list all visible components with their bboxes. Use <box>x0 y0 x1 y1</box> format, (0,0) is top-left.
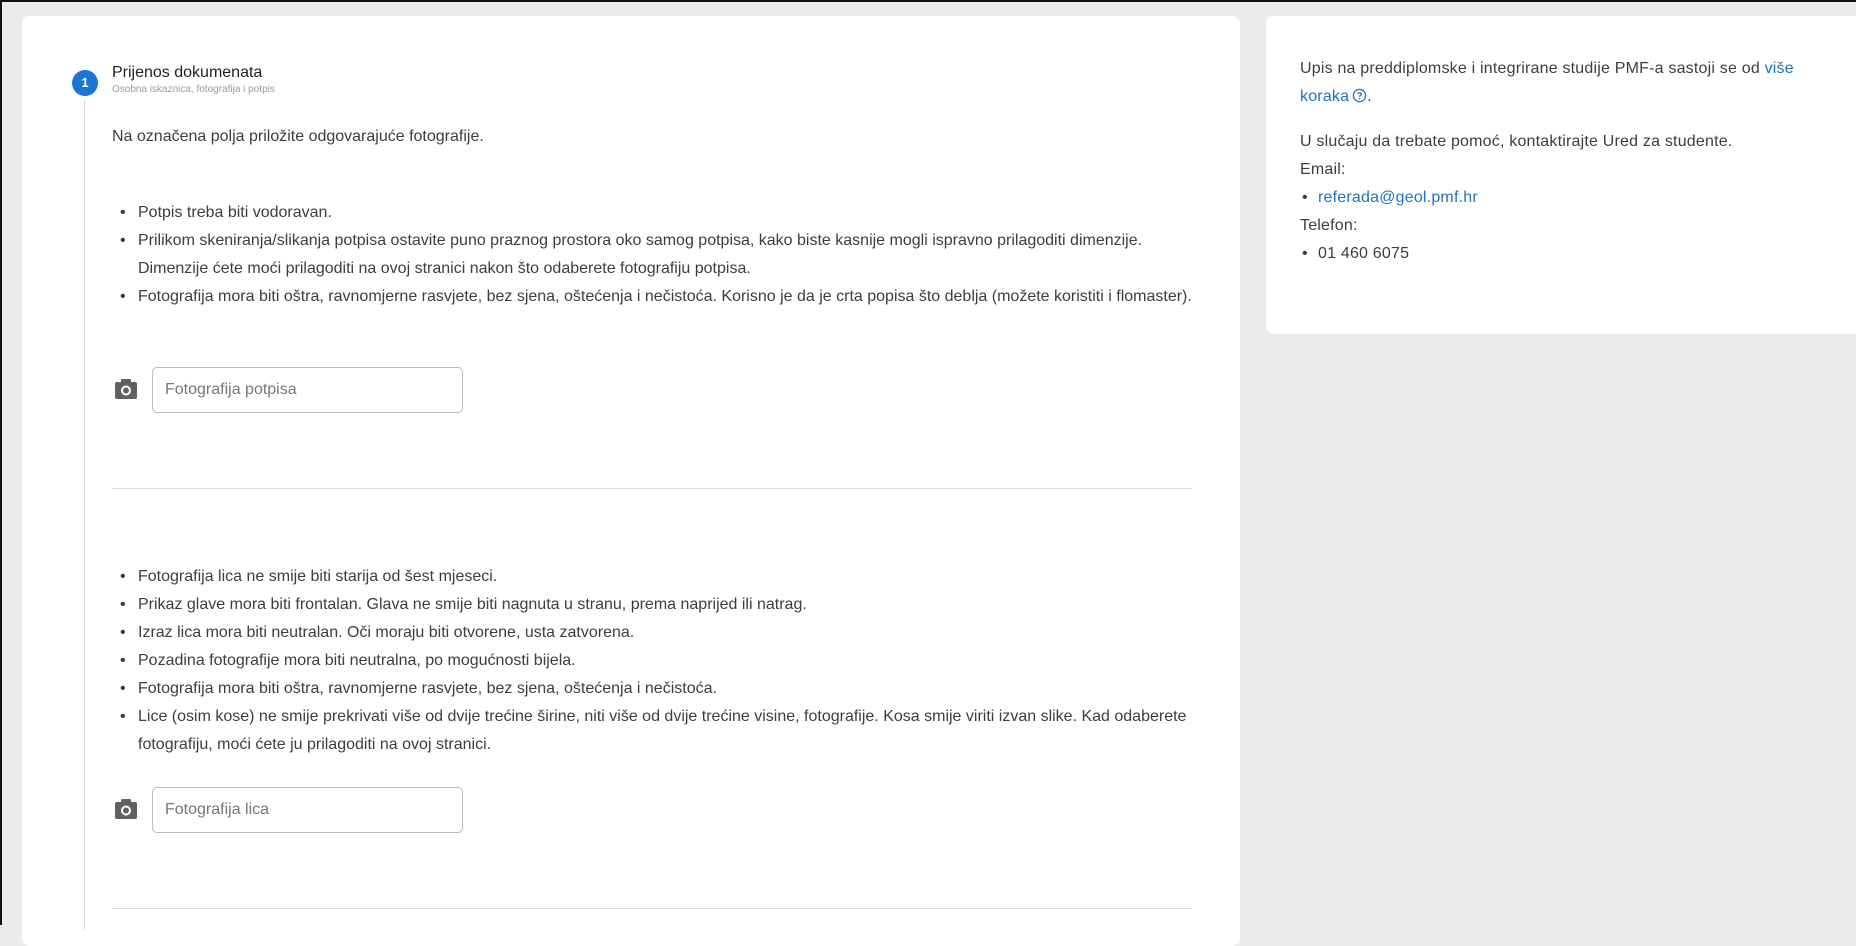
enrollment-info: Upis na preddiplomske i integrirane stud… <box>1300 55 1840 111</box>
section-divider <box>112 908 1192 909</box>
camera-icon[interactable] <box>114 798 138 820</box>
phone-list: 01 460 6075 <box>1300 240 1840 268</box>
section-divider <box>112 488 1192 489</box>
signature-photo-input[interactable] <box>152 367 463 413</box>
face-photo-rule: Pozadina fotografije mora biti neutralna… <box>112 647 1202 675</box>
help-circle-icon[interactable] <box>1352 88 1367 103</box>
phone-item: 01 460 6075 <box>1300 240 1840 268</box>
help-text: U slučaju da trebate pomoć, kontaktirajt… <box>1300 133 1733 150</box>
face-photo-input[interactable] <box>152 787 463 833</box>
email-label: Email: <box>1300 161 1346 178</box>
contact-info: U slučaju da trebate pomoć, kontaktirajt… <box>1300 128 1840 268</box>
signature-rule: Potpis treba biti vodoravan. <box>112 199 1202 227</box>
face-photo-rule: Lice (osim kose) ne smije prekrivati viš… <box>112 703 1202 759</box>
email-list: referada@geol.pmf.hr <box>1300 184 1840 212</box>
step-connector-line <box>84 100 85 930</box>
face-photo-rule: Fotografija mora biti oštra, ravnomjerne… <box>112 675 1202 703</box>
face-photo-rule: Fotografija lica ne smije biti starija o… <box>112 563 1202 591</box>
email-item: referada@geol.pmf.hr <box>1300 184 1840 212</box>
step-number-badge: 1 <box>72 70 98 96</box>
signature-rule: Fotografija mora biti oštra, ravnomjerne… <box>112 283 1202 311</box>
email-link[interactable]: referada@geol.pmf.hr <box>1318 189 1478 206</box>
step-title: Prijenos dokumenata <box>112 64 263 81</box>
signature-rules-list: Potpis treba biti vodoravan. Prilikom sk… <box>112 199 1202 311</box>
face-photo-rules-list: Fotografija lica ne smije biti starija o… <box>112 563 1202 759</box>
instructions-intro: Na označena polja priložite odgovarajuće… <box>112 128 484 145</box>
enrollment-info-end: . <box>1367 88 1372 105</box>
face-photo-rule: Prikaz glave mora biti frontalan. Glava … <box>112 591 1202 619</box>
phone-label: Telefon: <box>1300 217 1358 234</box>
signature-rule: Prilikom skeniranja/slikanja potpisa ost… <box>112 227 1202 283</box>
camera-icon[interactable] <box>114 378 138 400</box>
step-subtitle: Osobna iskaznica, fotografija i potpis <box>112 84 275 95</box>
enrollment-info-text: Upis na preddiplomske i integrirane stud… <box>1300 60 1765 77</box>
face-photo-rule: Izraz lica mora biti neutralan. Oči mora… <box>112 619 1202 647</box>
